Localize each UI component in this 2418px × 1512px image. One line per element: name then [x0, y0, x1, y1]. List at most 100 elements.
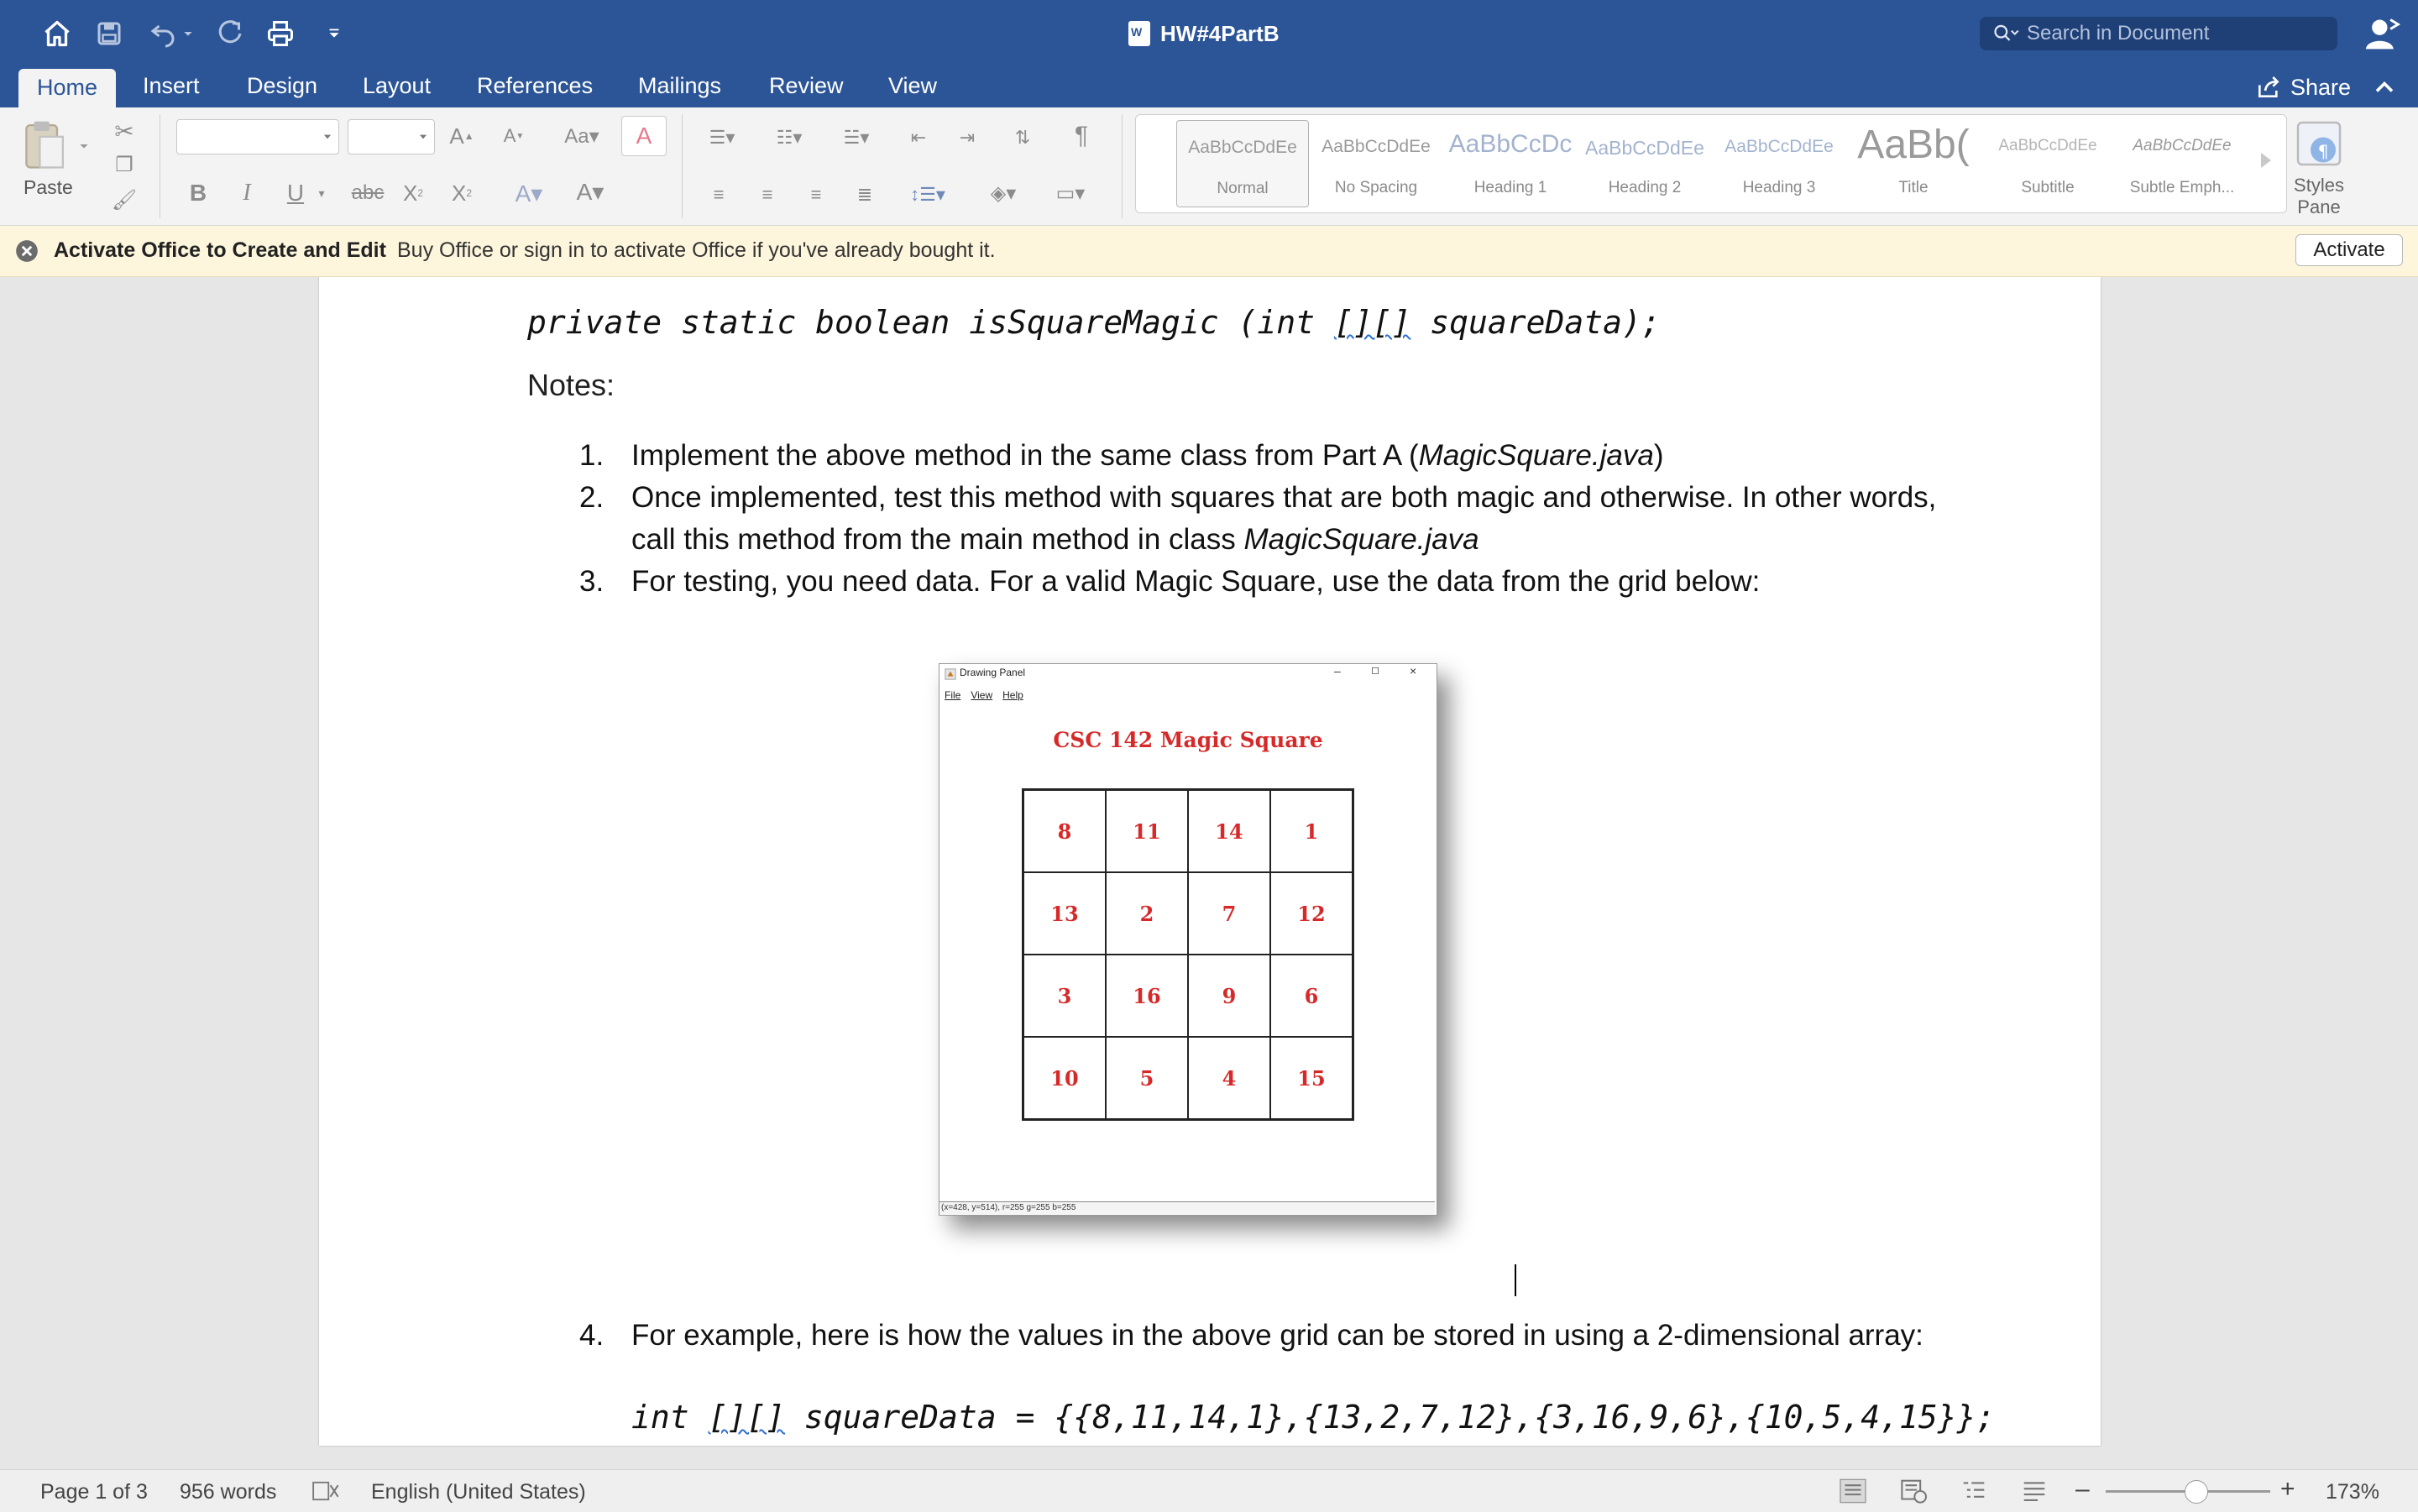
tab-layout[interactable]: Layout — [344, 67, 449, 107]
tab-design[interactable]: Design — [228, 67, 336, 107]
styles-pane-button[interactable]: ¶ Styles Pane — [2289, 118, 2349, 218]
align-right-icon[interactable]: ≡ — [798, 176, 835, 213]
document-page[interactable]: private static boolean isSquareMagic (in… — [319, 277, 2101, 1446]
paste-icon[interactable] — [20, 118, 67, 171]
line-spacing-icon[interactable]: ↕☰▾ — [898, 176, 957, 213]
tab-mailings[interactable]: Mailings — [620, 67, 740, 107]
close-circle-icon[interactable] — [15, 239, 39, 263]
zoom-level[interactable]: 173% — [2326, 1480, 2379, 1504]
grid-cell: 15 — [1270, 1037, 1353, 1119]
strikethrough-icon[interactable]: abc — [344, 175, 391, 212]
search-input[interactable] — [2025, 21, 2331, 46]
sort-icon[interactable]: ⇅ — [1004, 119, 1041, 156]
superscript-icon[interactable]: X2 — [443, 175, 480, 212]
web-layout-view-icon[interactable] — [1899, 1478, 1928, 1504]
print-layout-view-icon[interactable] — [1839, 1478, 1867, 1504]
cut-icon[interactable]: ✂ — [106, 112, 143, 149]
increase-indent-icon[interactable]: ⇥ — [949, 119, 986, 156]
style-heading-1[interactable]: AaBbCcDc Heading 1 — [1445, 120, 1576, 206]
show-formatting-icon[interactable]: ¶ — [1063, 118, 1100, 154]
copy-icon[interactable]: ❐ — [106, 146, 143, 183]
list-item: For testing, you need data. For a valid … — [631, 565, 1761, 598]
undo-dropdown-icon[interactable] — [180, 13, 196, 54]
bold-icon[interactable]: B — [180, 175, 217, 212]
customize-toolbar-icon[interactable] — [316, 13, 353, 54]
zoom-out-button[interactable]: – — [2075, 1475, 2090, 1504]
activation-bar: Activate Office to Create and Edit Buy O… — [0, 226, 2418, 277]
tab-home[interactable]: Home — [18, 69, 117, 107]
font-color-icon[interactable]: A▾ — [561, 173, 620, 210]
word-document-icon — [1128, 21, 1150, 46]
menu-view: View — [971, 689, 993, 701]
draft-view-icon[interactable] — [2020, 1478, 2049, 1504]
style-normal[interactable]: AaBbCcDdEe Normal — [1176, 120, 1309, 207]
style-subtitle[interactable]: AaBbCcDdEe Subtitle — [1982, 120, 2113, 206]
home-icon[interactable] — [37, 13, 77, 54]
text-effects-icon[interactable]: A▾ — [504, 175, 554, 212]
gallery-next-icon[interactable] — [2258, 150, 2274, 170]
word-count[interactable]: 956 words — [180, 1480, 276, 1504]
outline-view-icon[interactable] — [1960, 1478, 1988, 1504]
underline-icon[interactable]: U — [277, 175, 314, 212]
clear-formatting-icon[interactable]: A — [621, 116, 667, 156]
array-code: int [][] squareData = {{8,11,14,1},{13,2… — [631, 1399, 1995, 1436]
change-case-icon[interactable]: Aa▾ — [552, 118, 611, 154]
align-left-icon[interactable]: ≡ — [700, 176, 737, 213]
zoom-slider-handle[interactable] — [2185, 1480, 2208, 1504]
grid-cell: 12 — [1270, 872, 1353, 955]
style-title[interactable]: AaBb( Title — [1848, 120, 1979, 206]
tab-view[interactable]: View — [870, 67, 955, 107]
proofing-icon[interactable] — [312, 1480, 341, 1502]
drawing-panel-title: Drawing Panel — [960, 667, 1026, 678]
activate-button[interactable]: Activate — [2295, 234, 2403, 266]
undo-icon[interactable] — [143, 13, 183, 54]
style-sample: AaBbCcDdEe — [1998, 137, 2097, 154]
justify-icon[interactable]: ≣ — [846, 176, 883, 213]
align-center-icon[interactable]: ≡ — [749, 176, 786, 213]
notes-heading: Notes: — [527, 368, 615, 402]
font-name-select[interactable] — [176, 119, 339, 154]
bullets-icon[interactable]: ☰▾ — [697, 119, 747, 156]
grid-cell: 4 — [1188, 1037, 1270, 1119]
zoom-in-button[interactable]: + — [2280, 1475, 2295, 1504]
decrease-indent-icon[interactable]: ⇤ — [900, 119, 937, 156]
list-number: 4. — [579, 1319, 604, 1352]
numbering-icon[interactable]: ☷▾ — [764, 119, 814, 156]
save-icon[interactable] — [89, 13, 129, 54]
account-icon[interactable] — [2364, 15, 2401, 52]
paste-dropdown-icon[interactable] — [77, 139, 91, 153]
collapse-ribbon-icon[interactable] — [2369, 72, 2400, 102]
search-box[interactable] — [1980, 17, 2337, 50]
font-size-select[interactable] — [348, 119, 435, 154]
tab-references[interactable]: References — [458, 67, 611, 107]
share-button[interactable]: Share — [2255, 67, 2351, 107]
print-icon[interactable] — [260, 13, 301, 54]
title-bar: HW#4PartB — [0, 0, 2418, 67]
borders-icon[interactable]: ▭▾ — [1041, 175, 1100, 212]
shrink-font-icon[interactable]: A ▼ — [495, 118, 532, 154]
underline-dropdown-icon[interactable]: ▾ — [312, 175, 331, 212]
style-heading-2[interactable]: AaBbCcDdEe Heading 2 — [1579, 120, 1710, 206]
page-count[interactable]: Page 1 of 3 — [40, 1480, 148, 1504]
grow-font-icon[interactable]: A ▲ — [443, 118, 480, 154]
tab-insert[interactable]: Insert — [124, 67, 218, 107]
multilevel-list-icon[interactable]: ☱▾ — [831, 119, 882, 156]
format-painter-icon[interactable]: 🖌 — [106, 181, 143, 218]
style-name: Title — [1898, 179, 1929, 196]
language[interactable]: English (United States) — [371, 1480, 586, 1504]
italic-icon[interactable]: I — [228, 175, 265, 212]
tab-review[interactable]: Review — [751, 67, 862, 107]
style-no-spacing[interactable]: AaBbCcDdEe No Spacing — [1311, 120, 1442, 206]
magic-square-image[interactable]: Drawing Panel – ◻ × File View Help CSC 1… — [939, 663, 1437, 1216]
shading-icon[interactable]: ◈▾ — [974, 175, 1033, 212]
style-heading-3[interactable]: AaBbCcDdEe Heading 3 — [1714, 120, 1845, 206]
magic-square-heading: CSC 142 Magic Square — [1053, 728, 1323, 752]
redo-icon[interactable] — [210, 13, 250, 54]
signature-pre: private static boolean isSquareMagic (in… — [527, 304, 1334, 341]
style-subtle-emphasis[interactable]: AaBbCcDdEe Subtle Emph... — [2117, 120, 2248, 206]
style-sample: AaBb( — [1857, 123, 1970, 167]
style-sample: AaBbCcDdEe — [1585, 137, 1704, 159]
style-name: Subtitle — [2021, 179, 2075, 196]
subscript-icon[interactable]: X2 — [395, 175, 432, 212]
document-canvas[interactable]: private static boolean isSquareMagic (in… — [0, 277, 2418, 1469]
